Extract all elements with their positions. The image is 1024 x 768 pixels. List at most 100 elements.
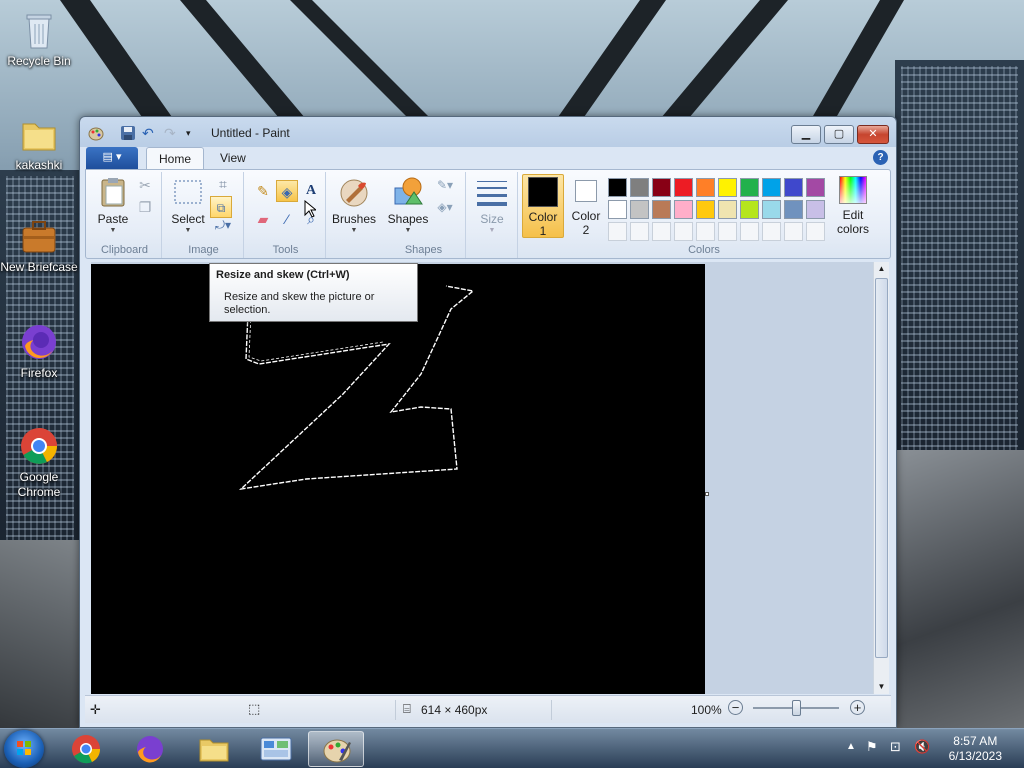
magnifier-icon[interactable]: ⌕ — [300, 208, 322, 230]
desktop-icon-firefox[interactable]: Firefox — [0, 320, 78, 381]
palette-swatch[interactable] — [784, 200, 803, 219]
palette-swatch[interactable] — [674, 178, 693, 197]
canvas-drawing — [238, 285, 475, 491]
fill-shape-icon[interactable]: ◈▾ — [434, 196, 456, 218]
taskbar-control-panel[interactable] — [248, 731, 304, 767]
palette-swatch[interactable] — [652, 200, 671, 219]
undo-icon[interactable]: ↶ — [142, 125, 154, 141]
custom-color-slot[interactable] — [674, 222, 693, 241]
action-center-icon[interactable]: ⚑ — [866, 739, 878, 755]
rotate-icon[interactable]: ⤾▾ — [212, 218, 234, 232]
status-bar: ✛ ⬚ ⌸ 614 × 460px 100% − + — [85, 695, 891, 723]
scroll-down-icon[interactable]: ▼ — [874, 680, 889, 694]
palette-swatch[interactable] — [740, 200, 759, 219]
custom-color-slot[interactable] — [652, 222, 671, 241]
text-icon[interactable]: A — [300, 180, 322, 202]
resize-icon[interactable]: ⧉ — [210, 196, 232, 218]
custom-color-slot[interactable] — [608, 222, 627, 241]
taskbar-paint[interactable] — [308, 731, 364, 767]
file-menu-button[interactable]: ▤ ▾ — [86, 147, 138, 169]
palette-swatch[interactable] — [806, 178, 825, 197]
paint-app-icon[interactable] — [88, 125, 104, 141]
close-button[interactable]: ✕ — [857, 125, 889, 144]
system-clock[interactable]: 8:57 AM 6/13/2023 — [949, 734, 1002, 764]
network-icon[interactable]: ⊡ — [890, 739, 901, 755]
custom-color-slot[interactable] — [696, 222, 715, 241]
canvas-size-icon: ⌸ — [403, 701, 411, 716]
customize-quick-access-icon[interactable]: ▾ — [186, 125, 191, 141]
palette-swatch[interactable] — [630, 178, 649, 197]
canvas-resize-handle[interactable] — [705, 492, 709, 496]
redo-icon[interactable]: ↷ — [164, 125, 176, 141]
scrollbar-thumb[interactable] — [875, 278, 888, 658]
palette-swatch[interactable] — [630, 200, 649, 219]
zoom-in-icon[interactable]: + — [850, 700, 865, 715]
palette-swatch[interactable] — [674, 200, 693, 219]
status-divider — [395, 700, 396, 720]
maximize-button[interactable]: ▢ — [824, 125, 854, 144]
custom-color-slot[interactable] — [806, 222, 825, 241]
edit-colors-button[interactable]: Edit colors — [830, 176, 876, 236]
color2-button[interactable]: Color 2 — [566, 174, 606, 237]
drawing-canvas[interactable] — [91, 264, 705, 694]
color-picker-icon[interactable]: ⁄ — [276, 208, 298, 230]
tab-view[interactable]: View — [208, 147, 258, 170]
palette-swatch[interactable] — [718, 200, 737, 219]
save-icon[interactable] — [120, 125, 136, 141]
fill-icon[interactable]: ◈ — [276, 180, 298, 202]
desktop-icon-google-chrome[interactable]: Google Chrome — [0, 424, 78, 500]
shapes-button[interactable]: Shapes ▼ — [384, 176, 432, 235]
firefox-icon — [137, 736, 163, 763]
custom-color-slot[interactable] — [718, 222, 737, 241]
color1-button[interactable]: Color 1 — [522, 174, 564, 238]
tools-group: ✎ ◈ A ▰ ⁄ ⌕ Tools — [246, 172, 326, 258]
palette-swatch[interactable] — [696, 178, 715, 197]
taskbar-explorer[interactable] — [186, 731, 242, 767]
zoom-slider-thumb[interactable] — [791, 700, 801, 716]
custom-color-slot[interactable] — [762, 222, 781, 241]
scroll-up-icon[interactable]: ▲ — [874, 262, 889, 276]
taskbar-chrome[interactable] — [58, 731, 114, 767]
zoom-out-icon[interactable]: − — [728, 700, 743, 715]
palette-swatch[interactable] — [718, 178, 737, 197]
volume-muted-icon[interactable]: 🔇 — [914, 739, 930, 755]
size-button[interactable]: Size ▼ — [470, 176, 514, 235]
tab-home[interactable]: Home — [146, 147, 205, 170]
palette-swatch[interactable] — [608, 200, 627, 219]
select-button[interactable]: Select ▼ — [168, 176, 208, 235]
eraser-icon[interactable]: ▰ — [252, 208, 274, 230]
color2-label: Color 2 — [571, 209, 601, 237]
show-hidden-icons[interactable]: ▲ — [846, 741, 856, 752]
help-icon[interactable]: ? — [873, 150, 888, 165]
crop-icon[interactable]: ⌗ — [212, 173, 234, 195]
custom-color-slot[interactable] — [740, 222, 759, 241]
paste-button[interactable]: Paste ▼ — [94, 176, 132, 235]
palette-swatch[interactable] — [784, 178, 803, 197]
desktop-icon-kakashki[interactable]: kakashki — [0, 112, 78, 173]
desktop-icon-new-briefcase[interactable]: New Briefcase — [0, 214, 78, 275]
custom-color-slot[interactable] — [784, 222, 803, 241]
cut-icon[interactable]: ✂ — [134, 174, 156, 196]
palette-swatch[interactable] — [806, 200, 825, 219]
palette-swatch[interactable] — [608, 178, 627, 197]
desktop-icon-recycle-bin[interactable]: Recycle Bin — [0, 8, 78, 69]
zoom-slider[interactable] — [753, 700, 839, 716]
palette-swatch[interactable] — [762, 200, 781, 219]
brushes-button[interactable]: Brushes ▼ — [330, 176, 378, 235]
custom-color-slot[interactable] — [630, 222, 649, 241]
pencil-icon[interactable]: ✎ — [252, 180, 274, 202]
palette-swatch[interactable] — [696, 200, 715, 219]
palette-swatch[interactable] — [762, 178, 781, 197]
palette-swatch[interactable] — [740, 178, 759, 197]
title-bar[interactable]: ↶ ↷ ▾ Untitled - Paint ▁ ▢ ✕ — [80, 117, 896, 149]
recycle-bin-icon — [17, 8, 61, 52]
image-group: Select ▼ ⌗ ⧉ ⤾▾ Image — [164, 172, 316, 258]
minimize-button[interactable]: ▁ — [791, 125, 821, 144]
copy-icon[interactable]: ❐ — [134, 196, 156, 218]
taskbar-firefox[interactable] — [122, 731, 178, 767]
start-button[interactable] — [4, 730, 44, 768]
vertical-scrollbar[interactable]: ▲ ▼ — [873, 262, 889, 694]
palette-swatch[interactable] — [652, 178, 671, 197]
outline-icon[interactable]: ✎▾ — [434, 174, 456, 196]
dropdown-arrow-icon: ▼ — [350, 227, 358, 234]
